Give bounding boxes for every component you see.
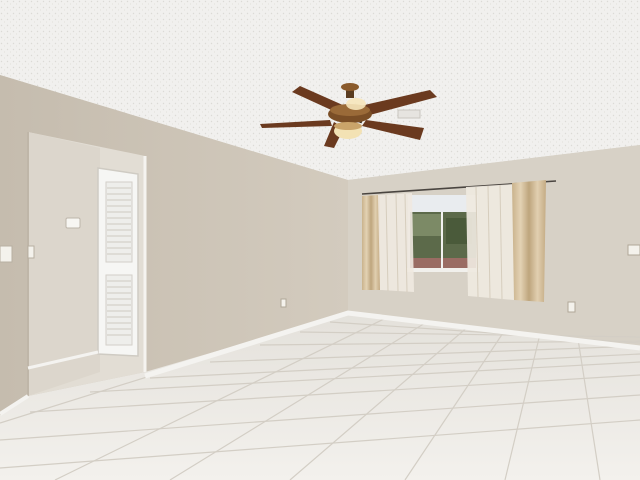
outlet-right [627,244,640,256]
light-switch[interactable] [0,245,13,263]
outlet-back-wall [567,301,576,313]
ceiling-vent [397,109,421,119]
curtain-right[interactable] [466,180,546,302]
outlet-left-wall [280,298,287,308]
room-scene [0,0,640,480]
hallway-switch[interactable] [27,245,35,259]
room-illustration [0,0,640,480]
thermostat[interactable] [65,217,81,229]
curtain-left[interactable] [362,193,414,293]
hallway-inner-wall [28,132,100,396]
louvered-door[interactable] [97,167,139,357]
